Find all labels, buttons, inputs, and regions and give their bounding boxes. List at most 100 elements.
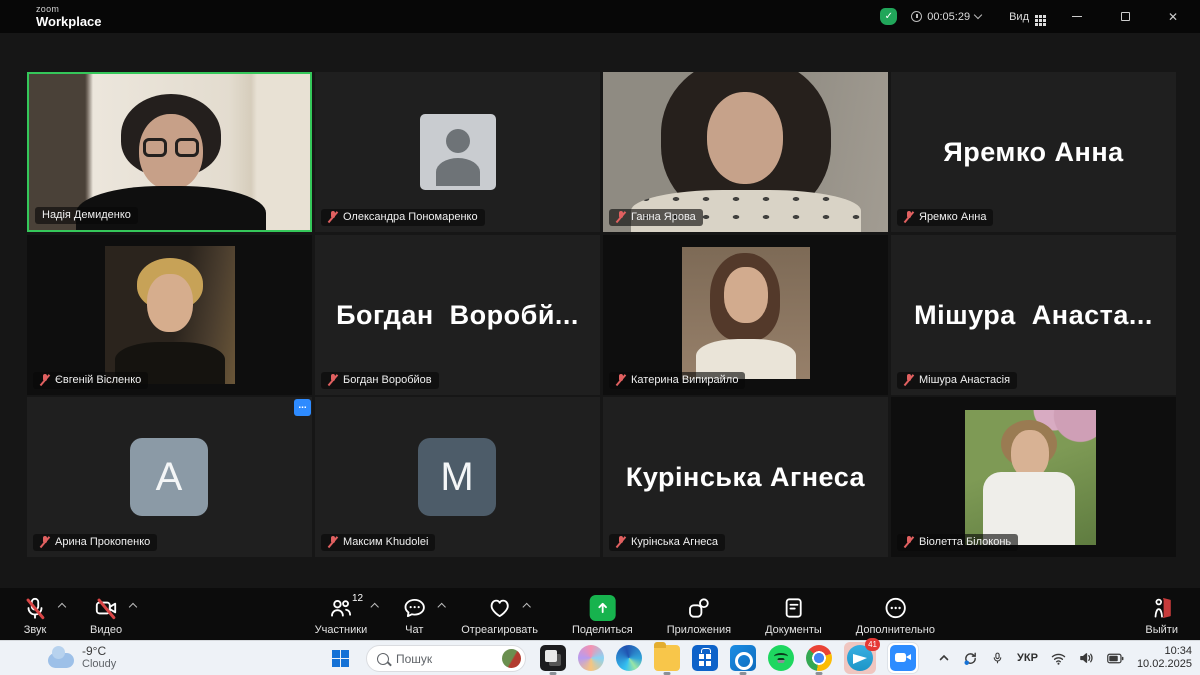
video-tile-yaremko-anna[interactable]: Яремко Анна Яремко Анна — [891, 72, 1176, 232]
file-explorer-icon[interactable] — [654, 645, 680, 671]
participant-name-chip: Катерина Випирайло — [609, 372, 745, 389]
minimize-button[interactable] — [1060, 0, 1094, 33]
participant-grid: Надія Демиденко Олександра Пономаренко Г… — [0, 33, 1200, 588]
video-label: Видео — [90, 624, 122, 636]
video-tile-mishura-anastasiia[interactable]: Мішура Анаста... Мішура Анастасія — [891, 235, 1176, 395]
participants-caret[interactable] — [371, 603, 379, 611]
search-box[interactable]: Пошук — [366, 645, 526, 672]
video-tile-yevhenii-vislenko[interactable]: Євгеній Вісленко — [27, 235, 312, 395]
language-indicator[interactable]: УКР — [1017, 652, 1038, 664]
chrome-icon[interactable] — [806, 645, 832, 671]
spotify-icon[interactable] — [768, 645, 794, 671]
video-options-caret[interactable] — [129, 603, 137, 611]
close-button[interactable]: ✕ — [1156, 0, 1190, 33]
weather-condition: Cloudy — [82, 658, 116, 670]
video-tile-kateryna-vypyrailo[interactable]: Катерина Випирайло — [603, 235, 888, 395]
react-caret[interactable] — [522, 603, 530, 611]
participant-name: Богдан Воробйов — [343, 374, 432, 386]
tray-time: 10:34 — [1137, 645, 1192, 658]
volume-icon[interactable] — [1079, 651, 1094, 665]
initial-avatar: A — [130, 438, 208, 516]
apps-icon — [686, 595, 712, 621]
muted-mic-icon — [616, 374, 626, 386]
grid-view-icon — [1035, 15, 1038, 18]
timer-value: 00:05:29 — [927, 11, 970, 23]
edge-icon[interactable] — [616, 645, 642, 671]
start-button[interactable] — [332, 650, 349, 667]
participant-name: Євгеній Вісленко — [55, 374, 141, 386]
video-tile-violetta-bilokon[interactable]: Віолетта Білоконь — [891, 397, 1176, 557]
leave-label: Выйти — [1145, 624, 1178, 636]
muted-mic-icon — [616, 211, 626, 223]
taskbar-apps: 41 — [540, 645, 918, 671]
security-shield-check-icon[interactable]: ✓ — [880, 8, 897, 25]
weather-widget[interactable]: -9°C Cloudy — [48, 644, 116, 670]
participant-name: Курінська Агнеса — [631, 536, 718, 548]
participant-name: Надія Демиденко — [42, 209, 131, 221]
wifi-icon[interactable] — [1051, 652, 1066, 665]
participant-video — [965, 410, 1096, 545]
chevron-up-icon[interactable] — [938, 652, 950, 664]
react-button[interactable]: Отреагировать — [461, 595, 538, 636]
outlook-icon[interactable] — [730, 645, 756, 671]
video-tile-bohdan-vorobiov[interactable]: Богдан Воробй... Богдан Воробйов — [315, 235, 600, 395]
meeting-timer[interactable]: 00:05:29 — [911, 11, 981, 23]
video-tile-aryna-prokopenko[interactable]: A Арина Прокопенко — [27, 397, 312, 557]
chat-button[interactable]: Чат — [401, 595, 427, 636]
muted-mic-icon — [904, 211, 914, 223]
participant-name: Мішура Анастасія — [919, 374, 1010, 386]
copilot-icon[interactable] — [578, 645, 604, 671]
participant-video — [682, 247, 810, 379]
audio-options-caret[interactable] — [58, 603, 66, 611]
documents-button[interactable]: Документы — [765, 595, 822, 636]
view-button[interactable]: Вид — [1009, 11, 1046, 23]
avatar-placeholder-icon — [420, 114, 496, 190]
microphone-icon[interactable] — [991, 651, 1004, 665]
muted-mic-icon — [40, 536, 50, 548]
zoom-app-highlight[interactable] — [888, 643, 918, 673]
video-tile-hanna-yarova[interactable]: Ганна Ярова — [603, 72, 888, 232]
muted-mic-icon — [904, 374, 914, 386]
heart-icon — [487, 595, 513, 621]
participant-name: Олександра Пономаренко — [343, 211, 478, 223]
search-daily-image — [502, 649, 521, 668]
cloud-icon — [48, 653, 74, 668]
apps-button[interactable]: Приложения — [667, 595, 731, 636]
participant-name: Віолетта Білоконь — [919, 536, 1011, 548]
more-ellipsis-icon — [882, 595, 908, 621]
more-button[interactable]: Дополнительно — [856, 595, 935, 636]
participant-name: Яремко Анна — [919, 211, 986, 223]
leave-button[interactable]: Выйти — [1145, 595, 1178, 636]
sync-icon[interactable] — [963, 651, 978, 666]
participant-name: Ганна Ярова — [631, 211, 696, 223]
participant-video — [603, 72, 888, 232]
participant-name-chip: Надія Демиденко — [35, 207, 138, 224]
zoom-icon[interactable] — [890, 645, 916, 671]
video-tile-oleksandra-ponomarenko[interactable]: Олександра Пономаренко — [315, 72, 600, 232]
participants-icon: 12 — [328, 595, 354, 621]
telegram-notification-badge: 41 — [865, 638, 880, 651]
telegram-app-highlight[interactable]: 41 — [844, 642, 876, 674]
video-tile-maksym-khudolei[interactable]: M Максим Khudolei — [315, 397, 600, 557]
close-icon: ✕ — [1168, 11, 1178, 23]
video-tile-kurinska-ahnesa[interactable]: Курінська Агнеса Курінська Агнеса — [603, 397, 888, 557]
participant-name-chip: Арина Прокопенко — [33, 534, 157, 551]
video-tile-nadiia-demydenko[interactable]: Надія Демиденко — [27, 72, 312, 232]
participant-name-chip: Яремко Анна — [897, 209, 993, 226]
muted-mic-icon — [904, 536, 914, 548]
more-label: Дополнительно — [856, 624, 935, 636]
battery-icon[interactable] — [1107, 653, 1124, 664]
audio-button[interactable]: Звук — [22, 595, 48, 636]
restore-button[interactable] — [1108, 0, 1142, 33]
react-label: Отреагировать — [461, 624, 538, 636]
reaction-more-badge[interactable]: ... — [294, 399, 311, 416]
ms-store-icon[interactable] — [692, 645, 718, 671]
video-button[interactable]: Видео — [90, 595, 122, 636]
minimize-icon — [1072, 16, 1082, 18]
share-screen-button[interactable]: Поделиться — [572, 595, 633, 636]
clock-icon — [911, 11, 922, 22]
desktop-icon[interactable] — [540, 645, 566, 671]
participants-button[interactable]: 12 Участники — [315, 595, 368, 636]
chat-caret[interactable] — [437, 603, 445, 611]
clock-widget[interactable]: 10:34 10.02.2025 — [1137, 645, 1192, 671]
